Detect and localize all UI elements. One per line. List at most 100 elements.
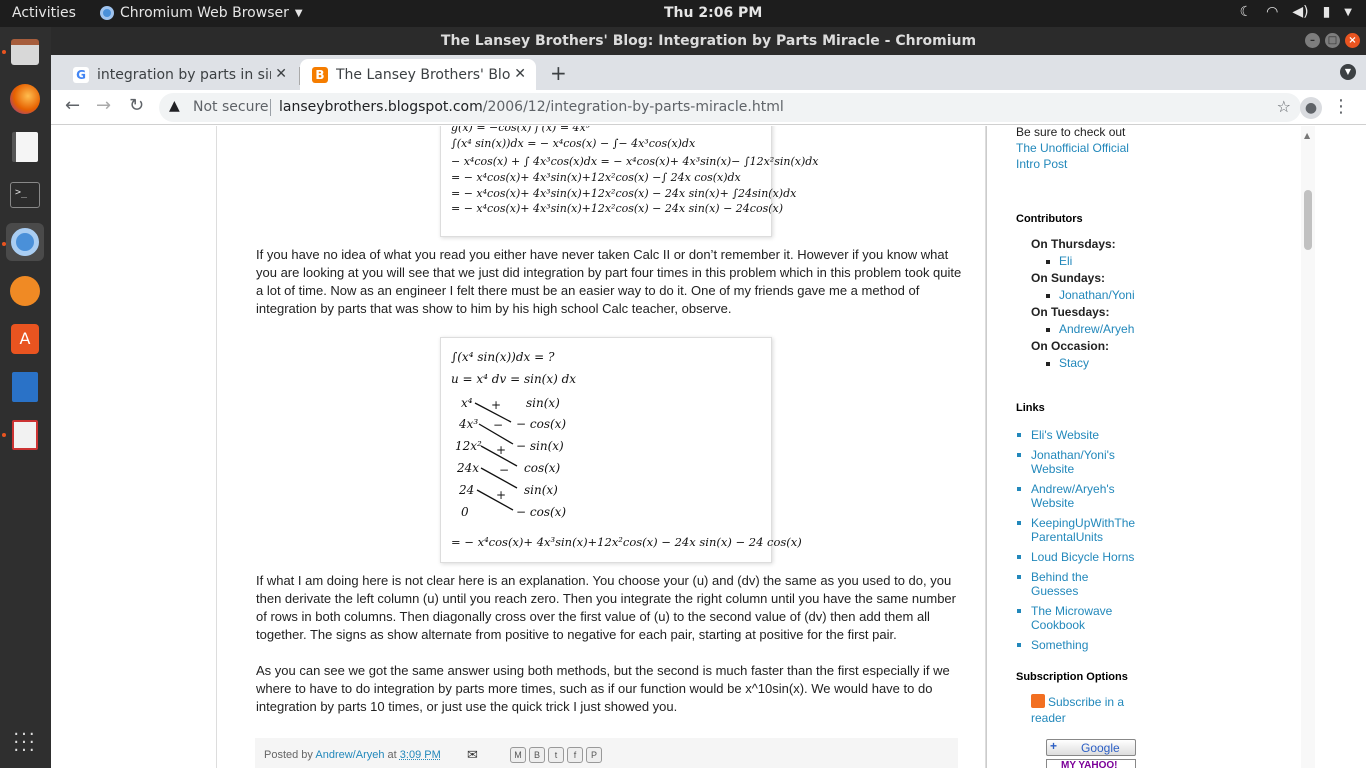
activities-button[interactable]: Activities	[12, 5, 76, 21]
sidebar-link[interactable]: Something	[1031, 638, 1088, 652]
at-label: at	[387, 749, 397, 761]
math-line: g(x) = −cos(x) f′(x) = 4x³	[451, 126, 591, 134]
add-to-google-button[interactable]: + Google	[1046, 739, 1136, 756]
yahoo-button-label: MY YAHOO!	[1061, 760, 1118, 768]
post-paragraph: As you can see we got the same answer us…	[256, 663, 950, 714]
terminal-icon[interactable]: >_	[6, 176, 44, 214]
math-result: = − x⁴cos(x)+ 4x³sin(x)+12x²cos(x) − 24x…	[451, 535, 802, 549]
sign: −	[493, 418, 504, 432]
sidebar-link[interactable]: KeepingUpWithTheParentalUnits	[1031, 516, 1135, 544]
sidebar-link[interactable]: Loud Bicycle Horns	[1031, 550, 1134, 564]
sidebar-link[interactable]: Eli's Website	[1031, 428, 1099, 442]
tab-lansey-blog[interactable]: B The Lansey Brothers' Blog ✕	[300, 59, 536, 90]
app-menu-label: Chromium Web Browser	[120, 5, 289, 21]
contributor-day: On Tuesdays:	[1031, 305, 1110, 319]
email-share-icon[interactable]: M	[510, 747, 526, 763]
sidebar-link[interactable]: Andrew/Aryeh's Website	[1031, 482, 1115, 510]
tab-search-icon[interactable]: ▼	[1340, 64, 1356, 80]
email-post-icon[interactable]: ✉	[467, 747, 478, 763]
app-menu[interactable]: Chromium Web Browser ▼	[100, 5, 303, 21]
url-path: /2006/12/integration-by-parts-miracle.ht…	[482, 99, 784, 115]
tab-google-search[interactable]: G integration by parts in sin ✕	[61, 59, 297, 90]
contributor-link[interactable]: Jonathan/Yoni	[1059, 288, 1135, 302]
close-tab-icon[interactable]: ✕	[514, 66, 526, 82]
maximize-button[interactable]: □	[1325, 33, 1340, 48]
reload-icon[interactable]: ↻	[129, 95, 144, 116]
omnibox-divider	[270, 99, 271, 116]
contributor-link[interactable]: Eli	[1059, 254, 1072, 268]
tab-label: integration by parts in sin	[97, 66, 271, 83]
links-section: Links	[1016, 402, 1045, 414]
firefox-icon[interactable]	[6, 80, 44, 118]
sign: −	[499, 463, 510, 477]
sign: +	[491, 398, 502, 412]
contributor-link[interactable]: Andrew/Aryeh	[1059, 322, 1134, 336]
sidebar-link[interactable]: The Microwave Cookbook	[1031, 604, 1112, 632]
timestamp-link[interactable]: 3:09 PM	[400, 749, 441, 761]
security-status[interactable]: Not secure	[193, 99, 269, 115]
system-tray[interactable]: ☾ ◠ ◀) ▮ ▼	[1240, 4, 1352, 20]
page-scrollbar[interactable]: ▲	[1301, 126, 1315, 768]
sidebar-intro: Be sure to check out The Unofficial Offi…	[1016, 126, 1156, 172]
post-paragraph: If you have no idea of what you read you…	[256, 247, 962, 316]
math-line: − x⁴cos(x) + ∫ 4x³cos(x)dx = − x⁴cos(x)+…	[451, 155, 819, 168]
software-center-icon[interactable]: A	[6, 320, 44, 358]
sidebar-link[interactable]: Behind the Guesses	[1031, 570, 1088, 598]
text-editor-icon[interactable]	[6, 128, 44, 166]
back-arrow-icon[interactable]: ←	[65, 95, 80, 116]
tab-strip: G integration by parts in sin ✕ B The La…	[51, 55, 1366, 90]
url-text[interactable]: lanseybrothers.blogspot.com/2006/12/inte…	[279, 99, 784, 115]
twitter-share-icon[interactable]: t	[548, 747, 564, 763]
chromium-icon	[100, 6, 114, 20]
blog-this-icon[interactable]: B	[529, 747, 545, 763]
google-button-label: Google	[1081, 741, 1120, 755]
writer-icon[interactable]	[6, 368, 44, 406]
document-viewer-icon[interactable]	[6, 416, 44, 454]
scroll-up-arrow-icon[interactable]: ▲	[1304, 131, 1310, 140]
new-tab-button[interactable]: +	[550, 61, 567, 85]
facebook-share-icon[interactable]: f	[567, 747, 583, 763]
plus-icon: +	[1050, 739, 1058, 753]
math-line: ∫(x⁴ sin(x))dx = − x⁴cos(x) − ∫− 4x³cos(…	[451, 137, 696, 150]
window-title-bar: The Lansey Brothers' Blog: Integration b…	[51, 27, 1366, 55]
warning-icon[interactable]: ▲	[169, 98, 180, 114]
chevron-down-icon: ▼	[1344, 6, 1352, 18]
chromium-dock-icon[interactable]	[6, 223, 44, 261]
intro-post-link[interactable]: The Unofficial Official Intro Post	[1016, 141, 1129, 171]
diagonal-lines	[474, 402, 518, 511]
rhythmbox-icon[interactable]	[6, 272, 44, 310]
clock[interactable]: Thu 2:06 PM	[664, 5, 762, 21]
volume-icon: ◀)	[1292, 4, 1309, 20]
sidebar-link[interactable]: Jonathan/Yoni's Website	[1031, 448, 1115, 476]
bookmark-star-icon[interactable]: ☆	[1277, 97, 1291, 116]
profile-avatar-icon[interactable]: ●	[1300, 97, 1322, 119]
night-light-icon: ☾	[1239, 4, 1253, 20]
menu-kebab-icon[interactable]: ⋮	[1332, 96, 1350, 117]
math-image-tabular-method: ∫(x⁴ sin(x))dx = ? u = x⁴ dv = sin(x) dx…	[440, 337, 802, 563]
show-applications-icon[interactable]: ··· ··· ···	[6, 724, 44, 762]
post-paragraph: If what I am doing here is not clear her…	[256, 573, 956, 642]
pinterest-share-icon[interactable]: P	[586, 747, 602, 763]
math-line: = − x⁴cos(x)+ 4x³sin(x)+12x²cos(x) − 24x…	[451, 187, 797, 200]
intro-text: Be sure to check out	[1016, 126, 1126, 139]
close-window-button[interactable]: ×	[1345, 33, 1360, 48]
contributor-day: On Sundays:	[1031, 271, 1106, 285]
author-link[interactable]: Andrew/Aryeh	[315, 749, 384, 761]
forward-arrow-icon[interactable]: →	[96, 95, 111, 116]
math-line: = − x⁴cos(x)+ 4x³sin(x)+12x²cos(x) −∫ 24…	[451, 171, 741, 184]
scrollbar-thumb[interactable]	[1304, 190, 1312, 250]
contributors-list: On Thursdays: Eli On Sundays: Jonathan/Y…	[1031, 236, 1135, 372]
links-list: Eli's Website Jonathan/Yoni's Website An…	[1017, 428, 1137, 658]
window-title: The Lansey Brothers' Blog: Integration b…	[440, 33, 977, 49]
contributor-day: On Occasion:	[1031, 339, 1110, 353]
sidebar-divider	[986, 126, 987, 768]
subscribe-reader: Subscribe in a reader	[1031, 694, 1141, 726]
contributors-heading: Contributors	[1016, 213, 1083, 225]
rss-icon	[1031, 694, 1045, 708]
close-tab-icon[interactable]: ✕	[275, 66, 287, 82]
address-bar[interactable]: ▲ Not secure lanseybrothers.blogspot.com…	[159, 93, 1301, 122]
files-icon[interactable]	[6, 33, 44, 71]
contributor-link[interactable]: Stacy	[1059, 356, 1089, 370]
add-to-my-yahoo-button[interactable]: MY YAHOO!	[1046, 759, 1136, 768]
minimize-button[interactable]: –	[1305, 33, 1320, 48]
